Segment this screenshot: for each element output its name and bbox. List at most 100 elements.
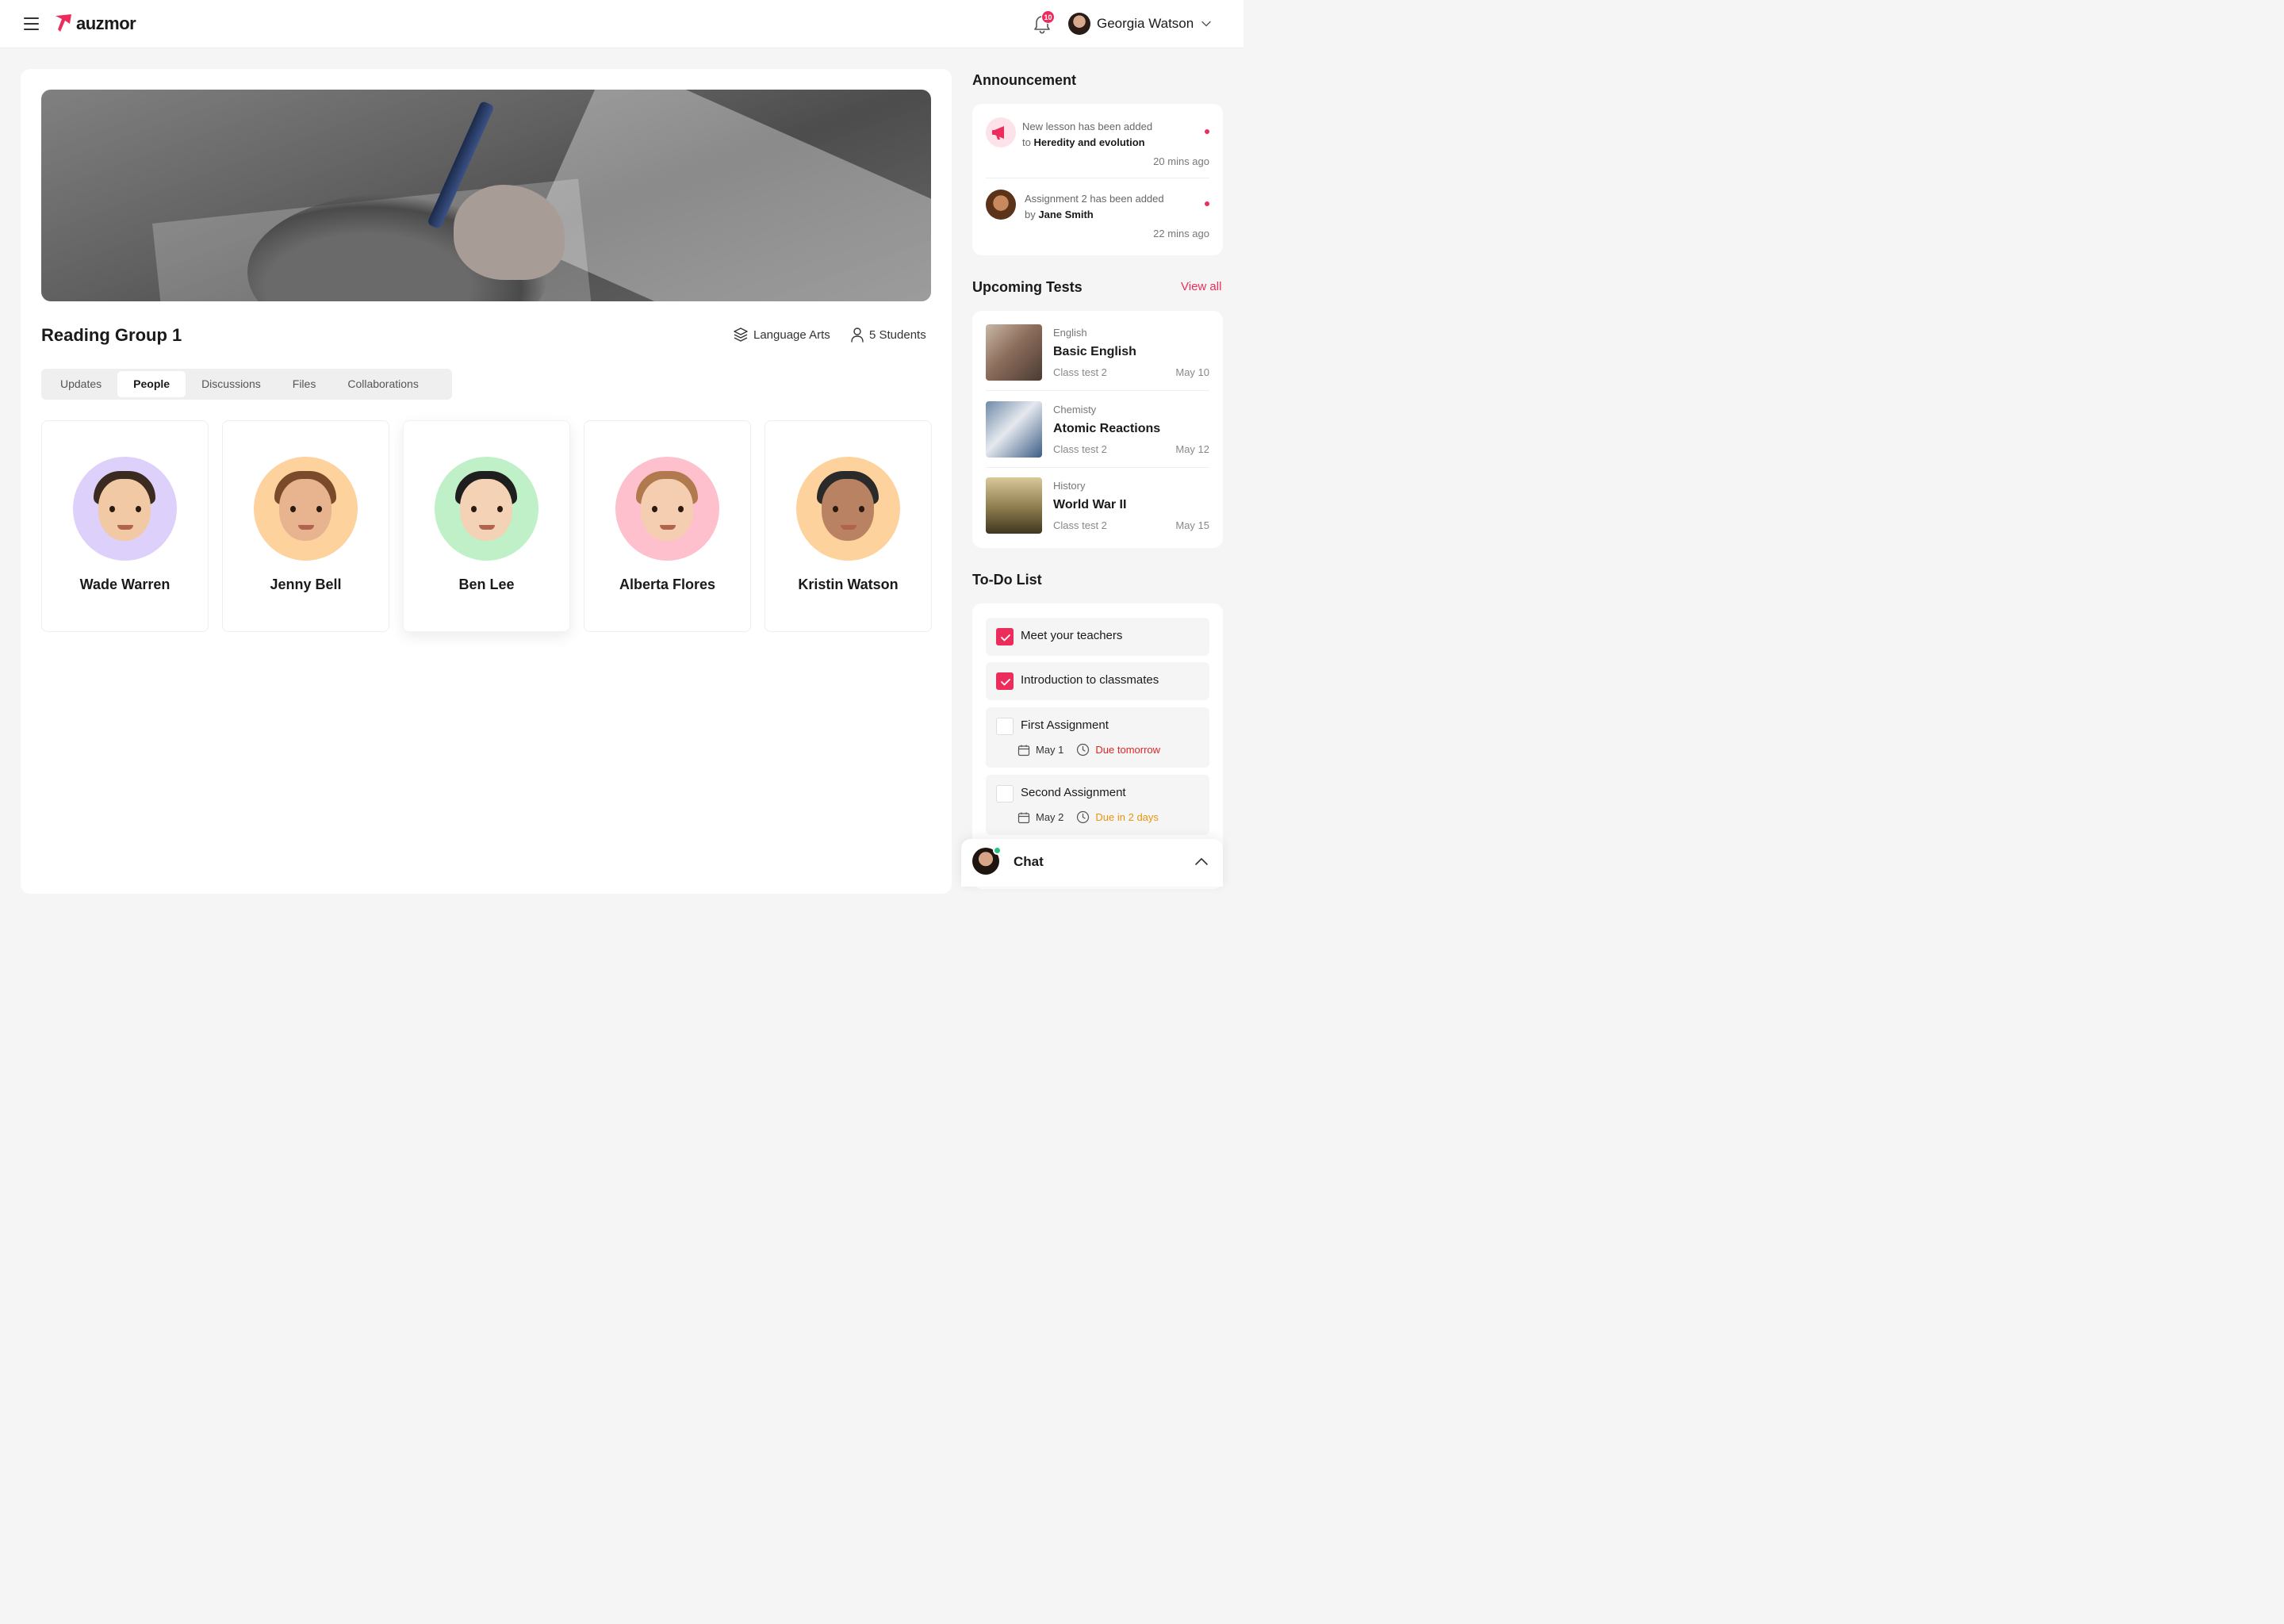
group-tabs: Updates People Discussions Files Collabo… [41, 369, 452, 400]
divider [986, 390, 1209, 391]
person-name: Kristin Watson [798, 576, 899, 592]
group-students: 5 Students [850, 327, 926, 343]
test-thumbnail [986, 324, 1042, 381]
todo-label: Second Assignment [1021, 786, 1126, 799]
top-bar: auzmor 10 Georgia Watson [0, 0, 1244, 48]
check-icon [1001, 634, 1010, 642]
divider [986, 467, 1209, 468]
calendar-icon [1017, 812, 1030, 823]
megaphone-icon [986, 117, 1016, 147]
test-item[interactable]: Chemisty Atomic Reactions Class test 2 M… [986, 401, 1209, 471]
menu-icon[interactable] [24, 17, 39, 30]
unread-dot [1205, 201, 1209, 206]
tab-people[interactable]: People [117, 371, 186, 397]
people-grid: Wade Warren Jenny Bell Ben Lee Alberta F… [41, 420, 932, 632]
tab-files[interactable]: Files [277, 371, 332, 397]
logo[interactable]: auzmor [56, 13, 136, 34]
todo-due: Due in 2 days [1095, 811, 1159, 823]
test-name: Atomic Reactions [1053, 422, 1161, 435]
chevron-down-icon [1201, 21, 1211, 27]
person-avatar [435, 457, 538, 561]
announcement-text: Assignment 2 has been added by Jane Smit… [1025, 193, 1164, 220]
todo-item: Introduction to classmates [986, 662, 1209, 700]
person-avatar [254, 457, 358, 561]
test-thumbnail [986, 401, 1042, 458]
avatar [986, 190, 1016, 220]
todo-checkbox[interactable] [996, 672, 1014, 690]
person-card[interactable]: Alberta Flores [584, 420, 751, 632]
person-name: Alberta Flores [619, 576, 716, 592]
todo-item: Meet your teachers [986, 618, 1209, 656]
test-date: May 10 [1175, 366, 1209, 378]
announcement-time: 20 mins ago [1153, 155, 1209, 167]
test-name: Basic English [1053, 345, 1136, 358]
announcement-item[interactable]: New lesson has been added to Heredity an… [986, 117, 1209, 173]
announcement-title: Announcement [972, 72, 1077, 88]
todo-label: Meet your teachers [1021, 629, 1123, 642]
upcoming-tests-title: Upcoming Tests [972, 279, 1083, 295]
person-card[interactable]: Kristin Watson [765, 420, 932, 632]
announcement-card: New lesson has been added to Heredity an… [972, 104, 1223, 255]
test-name: World War II [1053, 498, 1127, 511]
notification-count-badge: 10 [1041, 10, 1055, 24]
test-type: Class test 2 [1053, 366, 1107, 378]
chat-widget[interactable]: Chat [961, 839, 1223, 887]
todo-meta: May 1 Due tomorrow [1017, 743, 1160, 756]
unread-dot [1205, 129, 1209, 134]
upcoming-tests-card: English Basic English Class test 2 May 1… [972, 311, 1223, 548]
test-date: May 15 [1175, 519, 1209, 531]
person-card[interactable]: Wade Warren [41, 420, 209, 632]
tab-collaborations[interactable]: Collaborations [331, 371, 435, 397]
todo-label: Introduction to classmates [1021, 673, 1159, 687]
todo-due: Due tomorrow [1095, 744, 1161, 756]
test-subject: History [1053, 480, 1086, 492]
person-card[interactable]: Ben Lee [403, 420, 570, 632]
announcement-text: New lesson has been added to Heredity an… [1022, 121, 1153, 148]
person-name: Wade Warren [79, 576, 171, 592]
test-subject: English [1053, 327, 1087, 339]
calendar-icon [1017, 745, 1030, 756]
person-avatar [615, 457, 719, 561]
todo-checkbox[interactable] [996, 718, 1014, 735]
todo-date: May 2 [1036, 811, 1064, 823]
clock-icon [1077, 810, 1090, 824]
person-name: Jenny Bell [270, 576, 342, 592]
group-title: Reading Group 1 [41, 325, 182, 345]
announcement-item[interactable]: Assignment 2 has been added by Jane Smit… [986, 190, 1209, 245]
person-card[interactable]: Jenny Bell [222, 420, 389, 632]
online-status-dot [993, 846, 1002, 855]
test-item[interactable]: History World War II Class test 2 May 15 [986, 477, 1209, 547]
group-subject-label: Language Arts [753, 327, 830, 342]
user-menu[interactable]: Georgia Watson [1068, 13, 1211, 35]
tab-discussions[interactable]: Discussions [186, 371, 277, 397]
clock-icon [1077, 743, 1090, 756]
todo-title: To-Do List [972, 572, 1042, 588]
todo-checkbox[interactable] [996, 628, 1014, 645]
person-avatar [73, 457, 177, 561]
group-students-label: 5 Students [869, 327, 926, 342]
todo-item: First Assignment May 1 Due tomorrow [986, 707, 1209, 768]
chevron-up-icon[interactable] [1194, 856, 1209, 867]
chat-label: Chat [1014, 854, 1044, 869]
group-subject: Language Arts [733, 327, 830, 343]
user-name: Georgia Watson [1097, 16, 1194, 31]
todo-label: First Assignment [1021, 718, 1109, 732]
group-banner-image [41, 90, 931, 301]
todo-checkbox[interactable] [996, 785, 1014, 802]
announcement-time: 22 mins ago [1153, 228, 1209, 239]
person-name: Ben Lee [458, 576, 515, 592]
test-thumbnail [986, 477, 1042, 534]
todo-meta: May 2 Due in 2 days [1017, 810, 1159, 824]
test-date: May 12 [1175, 443, 1209, 455]
todo-item: Second Assignment May 2 Due in 2 days [986, 775, 1209, 835]
todo-date: May 1 [1036, 744, 1064, 756]
user-avatar [1068, 13, 1090, 35]
test-item[interactable]: English Basic English Class test 2 May 1… [986, 324, 1209, 394]
tab-updates[interactable]: Updates [44, 371, 117, 397]
main-panel: Reading Group 1 Language Arts 5 Students… [21, 69, 952, 894]
auzmor-logo-icon [56, 14, 71, 32]
brand-name: auzmor [76, 13, 136, 33]
test-type: Class test 2 [1053, 443, 1107, 455]
person-avatar [796, 457, 900, 561]
view-all-link[interactable]: View all [1181, 280, 1221, 293]
